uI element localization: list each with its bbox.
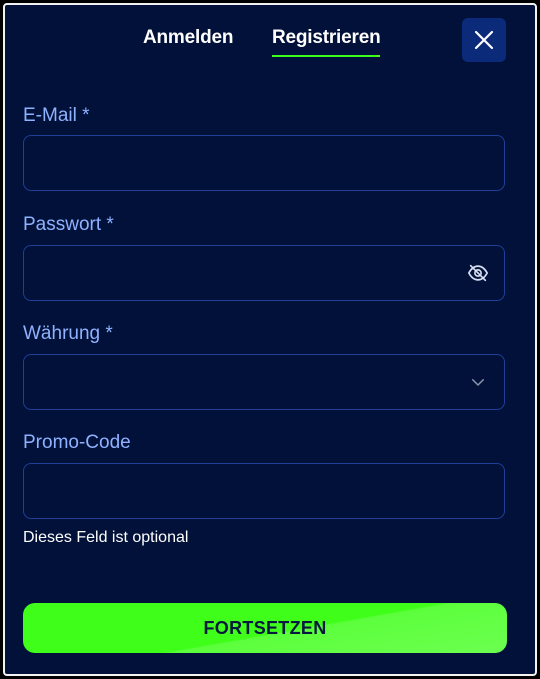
promo-code-hint: Dieses Feld ist optional bbox=[23, 529, 189, 546]
tab-register[interactable]: Registrieren bbox=[272, 27, 381, 57]
password-field-container bbox=[23, 245, 505, 301]
email-field[interactable] bbox=[24, 136, 504, 190]
password-label: Passwort * bbox=[23, 214, 114, 235]
password-field[interactable] bbox=[24, 246, 504, 300]
chevron-down-icon bbox=[467, 371, 489, 393]
close-icon bbox=[474, 30, 494, 50]
tab-login[interactable]: Anmelden bbox=[143, 27, 233, 57]
eye-off-icon[interactable] bbox=[467, 262, 489, 284]
registration-modal: Anmelden Registrieren E-Mail * Passwort … bbox=[3, 3, 537, 676]
tab-register-label: Registrieren bbox=[272, 27, 381, 48]
continue-button[interactable]: FORTSETZEN bbox=[23, 603, 507, 653]
promo-code-field[interactable] bbox=[24, 464, 504, 518]
currency-label: Währung * bbox=[23, 323, 113, 344]
email-field-container bbox=[23, 135, 505, 191]
email-label: E-Mail * bbox=[23, 105, 90, 126]
close-button[interactable] bbox=[462, 18, 506, 62]
currency-select[interactable] bbox=[23, 354, 505, 410]
promo-code-label: Promo-Code bbox=[23, 432, 131, 453]
active-tab-indicator bbox=[272, 55, 381, 57]
promo-code-field-container bbox=[23, 463, 505, 519]
auth-tabs: Anmelden Registrieren bbox=[5, 27, 535, 67]
